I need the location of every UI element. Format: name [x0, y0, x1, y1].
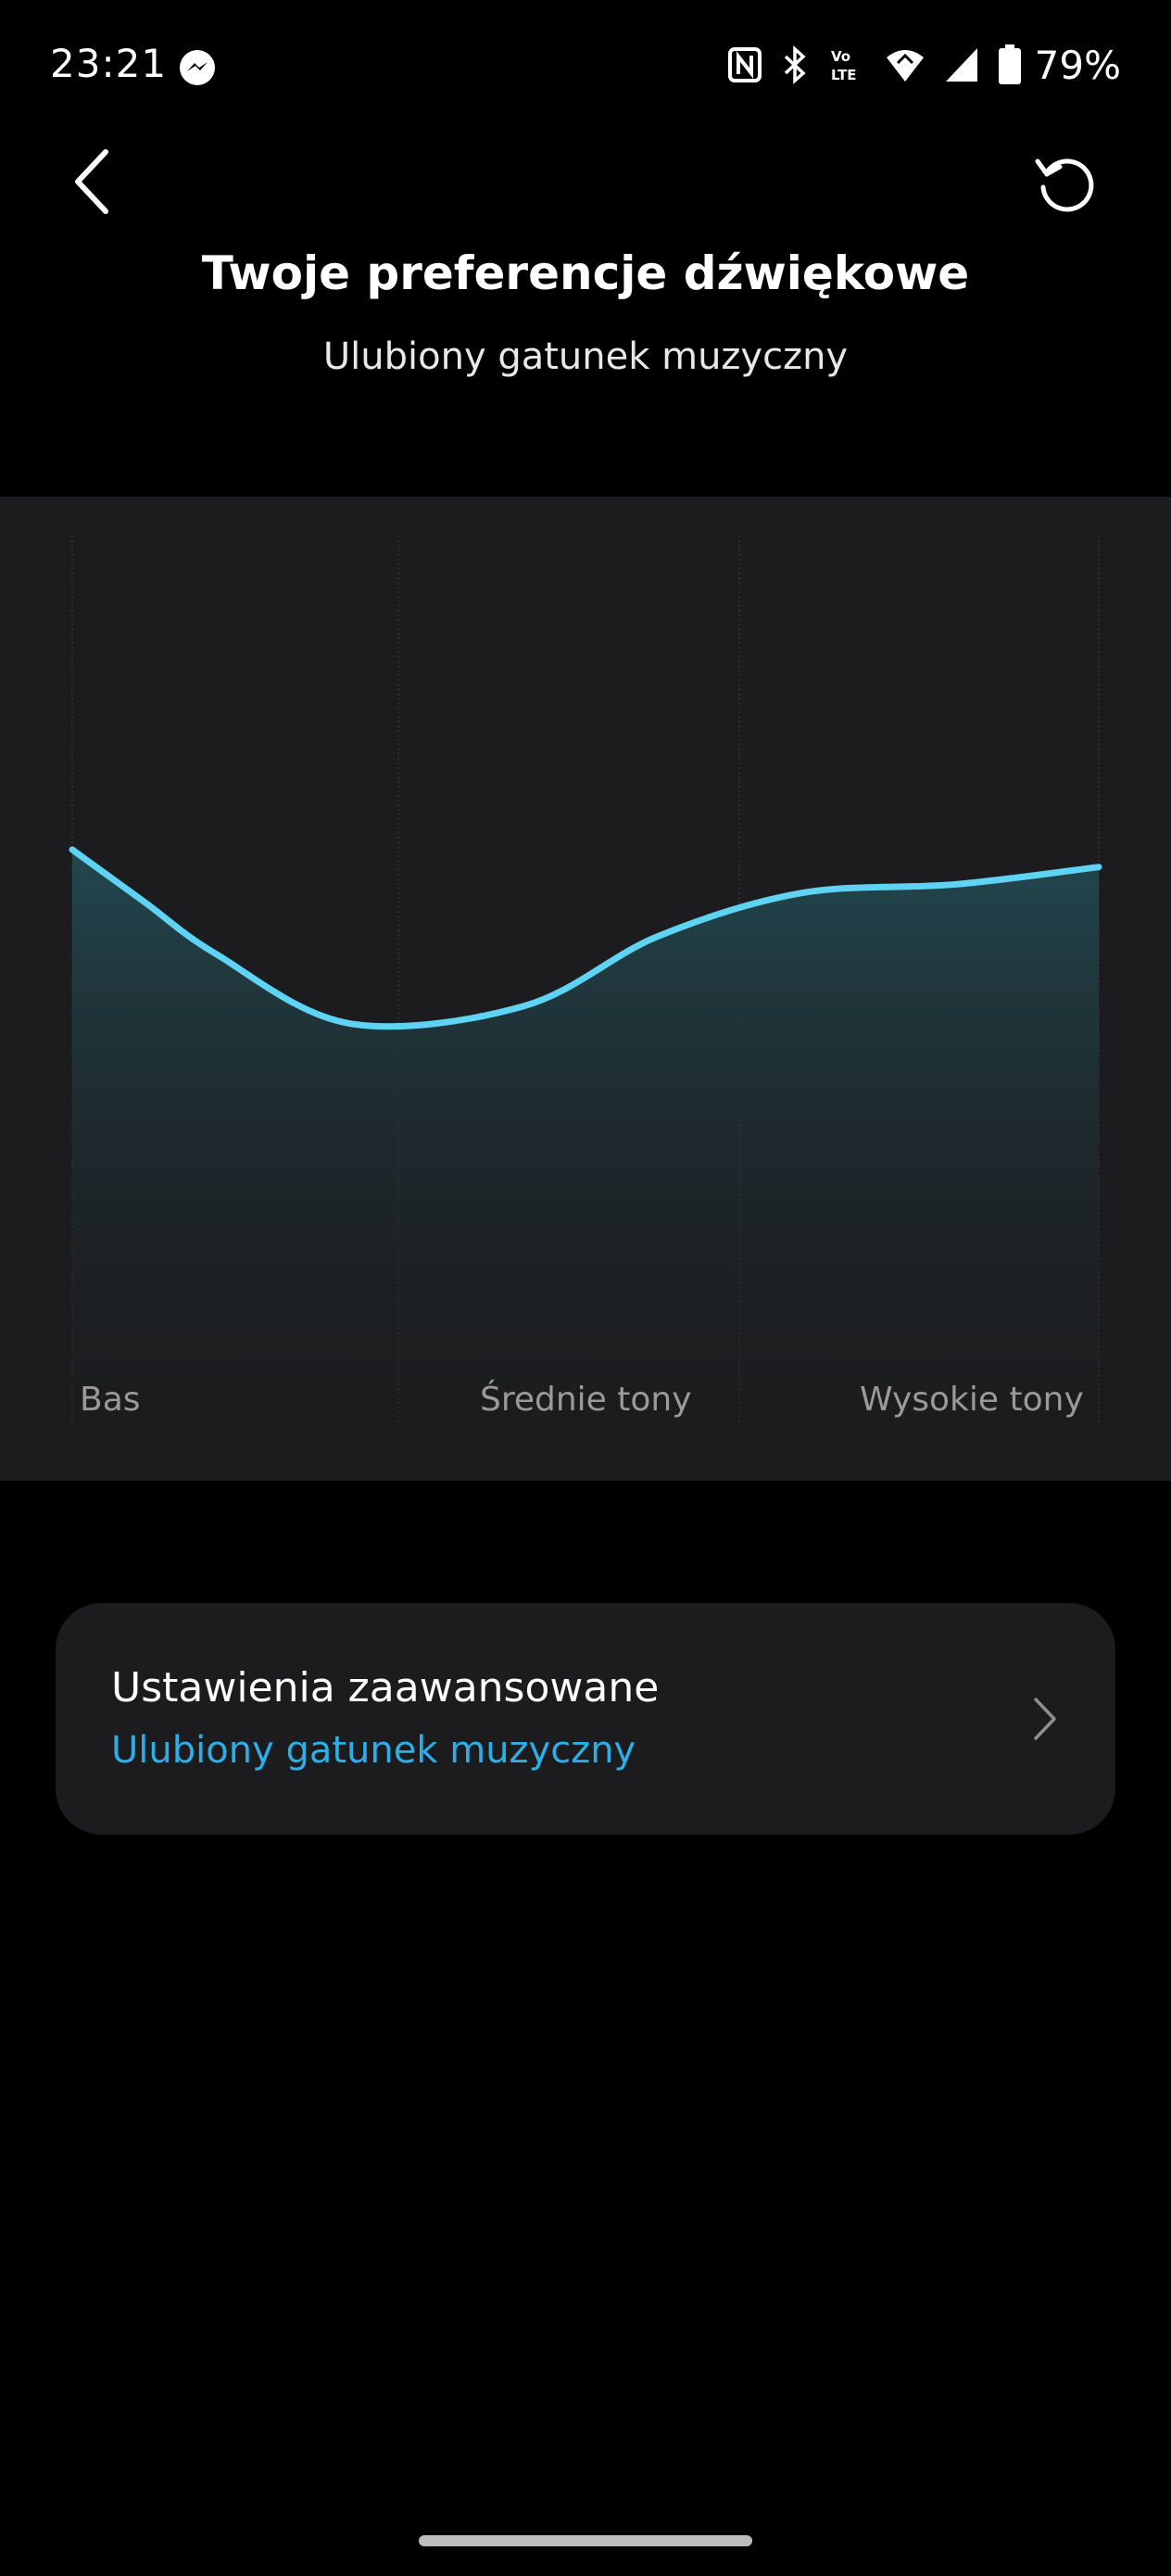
reset-button[interactable]: [1032, 150, 1097, 215]
page-title: Twoje preferencje dźwiękowe: [201, 246, 970, 300]
svg-text:Vo: Vo: [831, 48, 850, 65]
battery-percent: 79%: [1034, 42, 1121, 88]
status-icons: Vo LTE 79%: [727, 41, 1121, 89]
status-time: 23:21: [50, 41, 168, 86]
advanced-settings-button[interactable]: Ustawienia zaawansowane Ulubiony gatunek…: [56, 1603, 1115, 1835]
status-bar: 23:21 Vo LTE 79%: [0, 0, 1171, 130]
bluetooth-icon: [784, 45, 806, 84]
messenger-icon: [180, 50, 215, 85]
refresh-icon: [1035, 158, 1094, 212]
eq-chart-panel[interactable]: [0, 497, 1171, 1481]
battery-icon: [998, 44, 1021, 84]
svg-text:LTE: LTE: [831, 67, 857, 83]
chevron-right-icon: [1034, 1698, 1056, 1740]
back-button[interactable]: [65, 146, 120, 217]
eq-band-label-bass: Bas: [80, 1381, 141, 1419]
wifi-icon: [886, 50, 924, 82]
eq-chart[interactable]: [0, 497, 1171, 1481]
chevron-left-icon: [75, 149, 108, 214]
nfc-icon: [727, 47, 762, 82]
advanced-settings-title: Ustawienia zaawansowane: [111, 1664, 660, 1711]
eq-band-label-mid: Średnie tony: [480, 1381, 692, 1419]
eq-band-label-treble: Wysokie tony: [860, 1381, 1084, 1419]
signal-icon: [945, 48, 977, 82]
volte-icon: Vo LTE: [831, 48, 857, 83]
advanced-settings-subtitle: Ulubiony gatunek muzyczny: [111, 1729, 636, 1772]
eq-area-fill: [72, 849, 1099, 1423]
screen: 23:21 Vo LTE 79% Twoje preferencje dźwię…: [0, 0, 1171, 2576]
home-indicator[interactable]: [419, 2535, 752, 2546]
page-subtitle: Ulubiony gatunek muzyczny: [322, 335, 849, 378]
